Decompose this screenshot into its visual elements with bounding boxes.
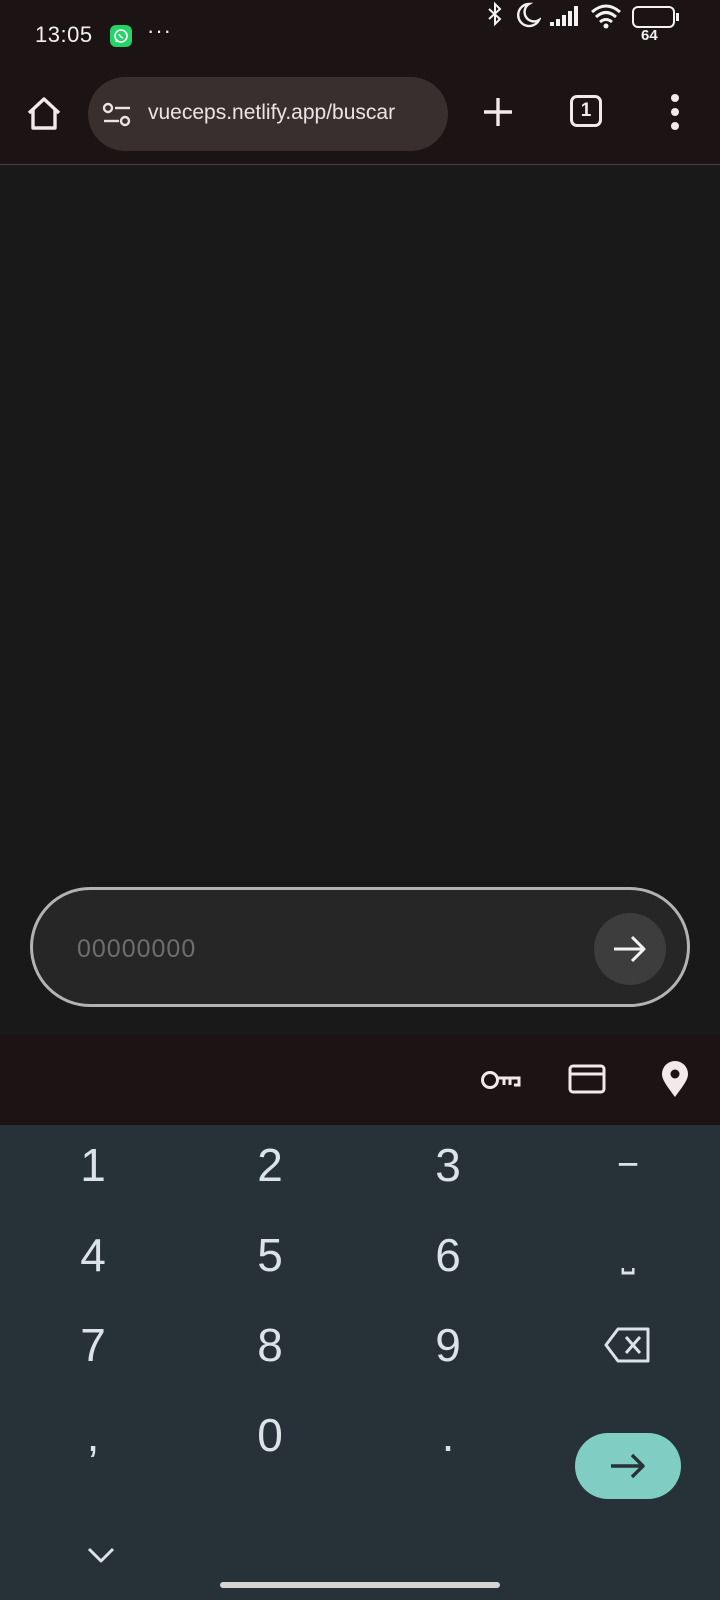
tab-switcher-button[interactable]: 1	[570, 95, 602, 127]
key-0[interactable]: 0	[195, 1395, 345, 1475]
arrow-right-icon	[614, 935, 646, 963]
key-enter[interactable]	[575, 1433, 681, 1499]
url-text[interactable]: vueceps.netlify.app/buscar	[148, 101, 438, 125]
key-8[interactable]: 8	[195, 1305, 345, 1385]
key-backspace[interactable]	[553, 1305, 703, 1385]
page-content	[0, 165, 720, 1035]
notification-overflow-icon: ···	[147, 18, 172, 43]
browser-toolbar: vueceps.netlify.app/buscar 1	[0, 72, 720, 165]
wifi-icon	[591, 4, 621, 29]
status-time: 13:05	[35, 22, 93, 47]
key-minus[interactable]: −	[553, 1125, 703, 1205]
key-3[interactable]: 3	[373, 1125, 523, 1205]
key-period[interactable]: .	[373, 1395, 523, 1475]
more-menu-icon[interactable]	[660, 90, 690, 134]
do-not-disturb-moon-icon	[517, 2, 541, 28]
home-icon[interactable]	[24, 94, 64, 134]
key-1[interactable]: 1	[18, 1125, 168, 1205]
key-space[interactable]: ⎵	[553, 1215, 703, 1295]
backspace-icon	[604, 1327, 650, 1363]
key-icon[interactable]	[480, 1067, 522, 1093]
battery-icon	[632, 6, 679, 28]
key-7[interactable]: 7	[18, 1305, 168, 1385]
enter-arrow-icon	[611, 1453, 645, 1479]
battery-level: 64	[641, 27, 658, 44]
bluetooth-icon	[488, 1, 502, 27]
tab-count: 1	[580, 100, 592, 121]
address-bar[interactable]: vueceps.netlify.app/buscar	[88, 77, 448, 151]
site-settings-icon[interactable]	[102, 102, 132, 128]
credit-card-icon[interactable]	[568, 1063, 606, 1095]
whatsapp-icon	[110, 25, 132, 47]
key-5[interactable]: 5	[195, 1215, 345, 1295]
key-comma[interactable]: ,	[18, 1395, 168, 1475]
search-submit-button[interactable]	[594, 913, 666, 985]
new-tab-icon[interactable]	[478, 92, 518, 132]
key-9[interactable]: 9	[373, 1305, 523, 1385]
cep-input[interactable]	[75, 926, 559, 972]
key-6[interactable]: 6	[373, 1215, 523, 1295]
location-pin-icon[interactable]	[660, 1061, 690, 1099]
numeric-keyboard: 1 2 3 − 4 5 6 ⎵ 7 8 9 , 0 .	[0, 1125, 720, 1600]
cep-search-form	[30, 887, 690, 1007]
signal-icon	[550, 6, 578, 26]
screen: 13:05 ··· 64 vueceps.netlify.app/buscar …	[0, 0, 720, 1600]
key-2[interactable]: 2	[195, 1125, 345, 1205]
key-4[interactable]: 4	[18, 1215, 168, 1295]
gesture-nav-handle[interactable]	[220, 1582, 500, 1588]
hide-keyboard-icon[interactable]	[86, 1545, 116, 1567]
status-bar: 13:05 ··· 64	[0, 0, 720, 72]
autofill-bar	[0, 1035, 720, 1125]
